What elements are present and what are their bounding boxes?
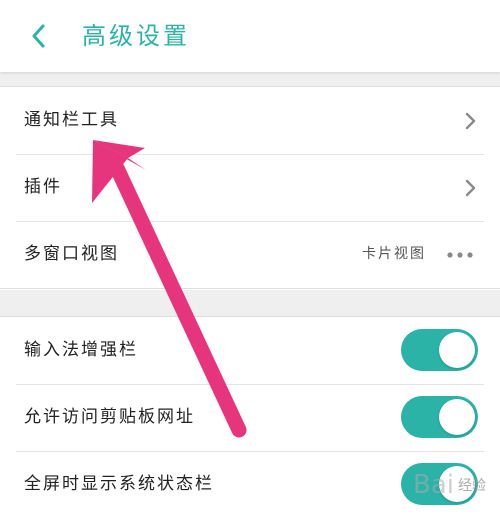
- setting-multi-window-view[interactable]: 多窗口视图 卡片视图: [0, 221, 500, 288]
- watermark-text: 经验: [458, 478, 486, 494]
- back-button[interactable]: [18, 16, 58, 56]
- watermark-logo: Bai: [413, 470, 454, 500]
- setting-input-method-bar: 输入法增强栏: [0, 317, 500, 384]
- more-horizontal-icon[interactable]: [446, 250, 474, 260]
- app-header: 高级设置: [0, 0, 500, 72]
- setting-label: 允许访问剪贴板网址: [24, 407, 195, 427]
- section-gap: [0, 290, 500, 316]
- setting-label: 插件: [24, 177, 62, 197]
- chevron-right-icon: [465, 179, 476, 197]
- setting-label: 通知栏工具: [24, 110, 119, 130]
- setting-value: 卡片视图: [362, 246, 426, 262]
- setting-label: 全屏时显示系统状态栏: [24, 474, 214, 494]
- setting-clipboard-url-access: 允许访问剪贴板网址: [0, 384, 500, 451]
- toggle-knob: [439, 399, 475, 435]
- input-method-bar-toggle[interactable]: [401, 329, 478, 371]
- toggle-knob: [439, 332, 475, 368]
- chevron-left-icon: [32, 24, 45, 48]
- setting-plugins[interactable]: 插件: [0, 154, 500, 221]
- clipboard-url-toggle[interactable]: [401, 396, 478, 438]
- section-gap: [0, 72, 500, 86]
- watermark: Bai 经验: [413, 470, 486, 500]
- chevron-right-icon: [465, 112, 476, 130]
- setting-label: 输入法增强栏: [24, 340, 138, 360]
- settings-group-general: 通知栏工具 插件 多窗口视图 卡片视图: [0, 86, 500, 289]
- setting-label: 多窗口视图: [24, 244, 119, 264]
- page-title: 高级设置: [82, 22, 190, 50]
- setting-notification-tools[interactable]: 通知栏工具: [0, 87, 500, 154]
